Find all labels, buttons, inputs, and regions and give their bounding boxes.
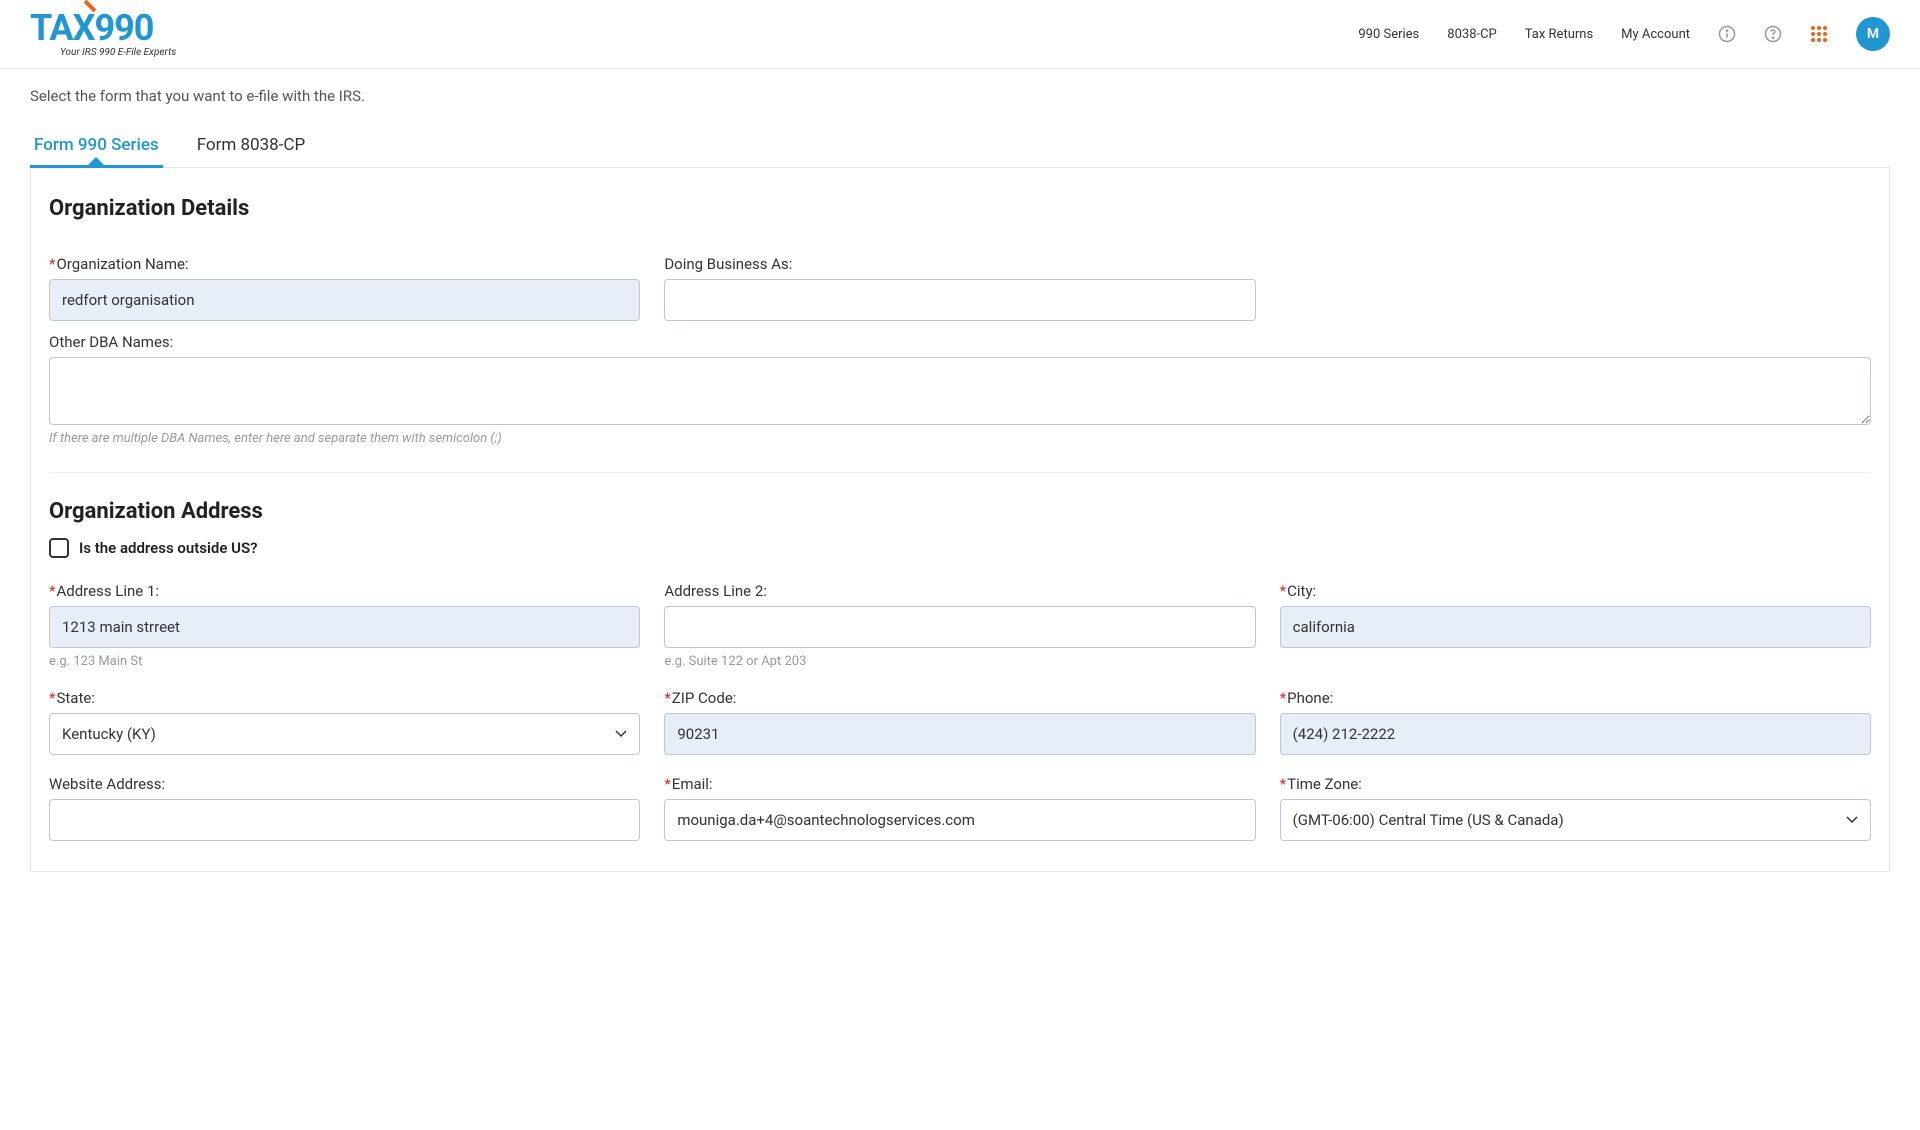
section-title-org-details: Organization Details: [49, 196, 1871, 221]
outside-us-checkbox[interactable]: [49, 538, 69, 558]
apps-icon[interactable]: [1810, 25, 1828, 43]
avatar-initial: M: [1867, 26, 1879, 42]
email-input[interactable]: [664, 799, 1255, 841]
state-select[interactable]: Kentucky (KY): [49, 713, 640, 755]
page-instruction: Select the form that you want to e-file …: [30, 87, 1890, 105]
field-website: Website Address:: [49, 775, 640, 841]
address-2-input[interactable]: [664, 606, 1255, 648]
phone-input[interactable]: [1280, 713, 1871, 755]
field-city: *City:: [1280, 582, 1871, 669]
nav-my-account[interactable]: My Account: [1621, 27, 1690, 42]
zip-input[interactable]: [664, 713, 1255, 755]
nav-tax-returns[interactable]: Tax Returns: [1525, 27, 1593, 42]
field-dba: Doing Business As:: [664, 255, 1255, 321]
header: TA X 990 Your IRS 990 E-File Experts 990…: [0, 0, 1920, 69]
phone-label: *Phone:: [1280, 689, 1871, 707]
org-name-label: *Organization Name:: [49, 255, 640, 273]
field-address-1: *Address Line 1: e.g. 123 Main St: [49, 582, 640, 669]
avatar[interactable]: M: [1856, 17, 1890, 51]
email-label: *Email:: [664, 775, 1255, 793]
address-1-hint: e.g. 123 Main St: [49, 654, 640, 669]
field-other-dba: Other DBA Names: If there are multiple D…: [49, 333, 1871, 446]
field-state: *State: Kentucky (KY): [49, 689, 640, 755]
nav-8038-cp[interactable]: 8038-CP: [1447, 27, 1496, 42]
logo-suffix: 990: [94, 10, 153, 46]
nav-990-series[interactable]: 990 Series: [1358, 27, 1419, 42]
tab-form-8038-cp[interactable]: Form 8038-CP: [193, 127, 310, 167]
help-icon[interactable]: [1764, 25, 1782, 43]
outside-us-label: Is the address outside US?: [79, 539, 258, 557]
state-label: *State:: [49, 689, 640, 707]
tab-form-990-series[interactable]: Form 990 Series: [30, 127, 163, 167]
dba-input[interactable]: [664, 279, 1255, 321]
field-zip: *ZIP Code:: [664, 689, 1255, 755]
other-dba-textarea[interactable]: [49, 357, 1871, 425]
outside-us-row: Is the address outside US?: [49, 538, 1871, 558]
org-name-input[interactable]: [49, 279, 640, 321]
logo[interactable]: TA X 990 Your IRS 990 E-File Experts: [30, 10, 176, 58]
logo-prefix: TA: [30, 10, 73, 46]
timezone-select[interactable]: (GMT-06:00) Central Time (US & Canada): [1280, 799, 1871, 841]
other-dba-label: Other DBA Names:: [49, 333, 1871, 351]
top-nav: 990 Series 8038-CP Tax Returns My Accoun…: [1358, 17, 1890, 51]
address-1-label: *Address Line 1:: [49, 582, 640, 600]
city-input[interactable]: [1280, 606, 1871, 648]
other-dba-hint: If there are multiple DBA Names, enter h…: [49, 431, 1871, 446]
tabs: Form 990 Series Form 8038-CP: [30, 127, 1890, 168]
section-title-org-address: Organization Address: [49, 499, 1871, 524]
dba-label: Doing Business As:: [664, 255, 1255, 273]
field-org-name: *Organization Name:: [49, 255, 640, 321]
info-icon[interactable]: [1718, 25, 1736, 43]
city-label: *City:: [1280, 582, 1871, 600]
page: Select the form that you want to e-file …: [0, 69, 1920, 912]
field-address-2: Address Line 2: e.g. Suite 122 or Apt 20…: [664, 582, 1255, 669]
website-label: Website Address:: [49, 775, 640, 793]
field-timezone: *Time Zone: (GMT-06:00) Central Time (US…: [1280, 775, 1871, 841]
logo-x: X: [73, 10, 95, 46]
logo-tagline: Your IRS 990 E-File Experts: [60, 48, 176, 58]
field-email: *Email:: [664, 775, 1255, 841]
form-container: Organization Details *Organization Name:…: [30, 168, 1890, 872]
divider: [49, 472, 1871, 473]
timezone-label: *Time Zone:: [1280, 775, 1871, 793]
address-2-label: Address Line 2:: [664, 582, 1255, 600]
website-input[interactable]: [49, 799, 640, 841]
field-phone: *Phone:: [1280, 689, 1871, 755]
zip-label: *ZIP Code:: [664, 689, 1255, 707]
address-1-input[interactable]: [49, 606, 640, 648]
address-2-hint: e.g. Suite 122 or Apt 203: [664, 654, 1255, 669]
